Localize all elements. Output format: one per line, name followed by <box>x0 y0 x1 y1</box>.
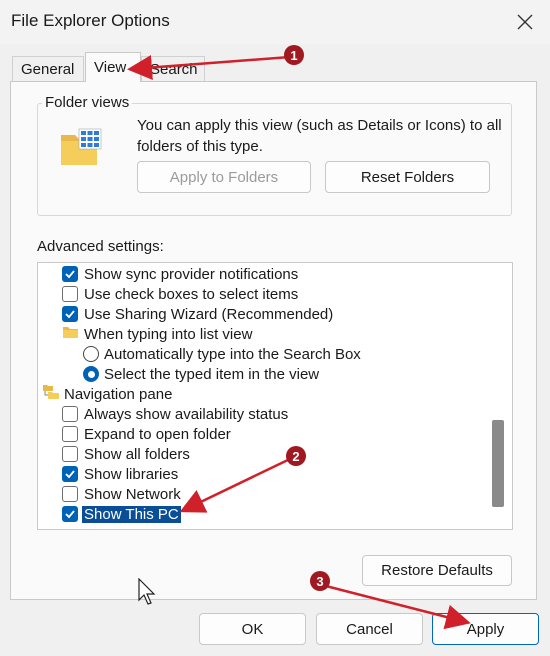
setting-use-check-boxes-to-select-items[interactable]: Use check boxes to select items <box>62 284 298 304</box>
setting-label: Use Sharing Wizard (Recommended) <box>84 305 334 323</box>
annotation-badge-3: 3 <box>310 571 330 591</box>
setting-expand-to-open-folder[interactable]: Expand to open folder <box>62 424 231 444</box>
setting-label: Show Network <box>84 485 181 503</box>
mouse-cursor-icon <box>138 578 156 605</box>
annotation-badge-2: 2 <box>286 446 306 466</box>
checkbox-unchecked[interactable] <box>62 486 78 502</box>
setting-show-network[interactable]: Show Network <box>62 484 181 504</box>
reset-folders-button[interactable]: Reset Folders <box>325 161 490 193</box>
setting-label: Automatically type into the Search Box <box>104 345 361 363</box>
setting-show-this-pc[interactable]: Show This PC <box>62 504 181 524</box>
checkbox-unchecked[interactable] <box>62 406 78 422</box>
setting-show-libraries[interactable]: Show libraries <box>62 464 178 484</box>
navigation-pane-icon <box>42 384 60 404</box>
cancel-button[interactable]: Cancel <box>316 613 423 645</box>
setting-label: Show This PC <box>82 505 181 523</box>
checkbox-checked[interactable] <box>62 306 78 322</box>
radio-unselected[interactable] <box>83 346 99 362</box>
radio-selected[interactable] <box>83 366 99 382</box>
advanced-settings-label: Advanced settings: <box>37 238 164 255</box>
tab-strip: General View Search <box>0 52 550 82</box>
setting-select-the-typed-item-in-the-view[interactable]: Select the typed item in the view <box>83 364 319 384</box>
tab-view[interactable]: View <box>85 52 141 82</box>
setting-navigation-pane: Navigation pane <box>42 384 172 404</box>
setting-label: Navigation pane <box>64 385 173 403</box>
tab-general[interactable]: General <box>12 56 84 81</box>
setting-when-typing-into-list-view: When typing into list view <box>62 324 252 344</box>
close-icon <box>517 14 533 30</box>
restore-defaults-button[interactable]: Restore Defaults <box>362 555 512 586</box>
folder-views-description: You can apply this view (such as Details… <box>137 117 502 155</box>
setting-show-sync-provider-notifications[interactable]: Show sync provider notifications <box>62 264 298 284</box>
checkbox-unchecked[interactable] <box>62 286 78 302</box>
apply-to-folders-button[interactable]: Apply to Folders <box>137 161 311 193</box>
checkbox-checked[interactable] <box>62 266 78 282</box>
setting-label: Expand to open folder <box>84 425 231 443</box>
advanced-settings-list[interactable]: Show sync provider notifications Use chec… <box>37 262 513 530</box>
list-scrollbar-thumb[interactable] <box>492 420 504 507</box>
window-title: File Explorer Options <box>11 11 170 30</box>
setting-label: Show libraries <box>84 465 179 483</box>
setting-label: Use check boxes to select items <box>84 285 299 303</box>
setting-use-sharing-wizard-recommended[interactable]: Use Sharing Wizard (Recommended) <box>62 304 333 324</box>
folder-views-icon <box>59 127 105 172</box>
ok-button[interactable]: OK <box>199 613 306 645</box>
apply-button[interactable]: Apply <box>432 613 539 645</box>
setting-label: When typing into list view <box>84 325 253 343</box>
setting-label: Show sync provider notifications <box>84 265 299 283</box>
close-button[interactable] <box>506 5 544 39</box>
setting-label: Always show availability status <box>84 405 289 423</box>
setting-show-all-folders[interactable]: Show all folders <box>62 444 190 464</box>
setting-always-show-availability-status[interactable]: Always show availability status <box>62 404 288 424</box>
setting-label: Select the typed item in the view <box>104 365 320 383</box>
folder-views-label: Folder views <box>42 94 133 111</box>
folder-icon <box>62 325 79 343</box>
tab-search[interactable]: Search <box>141 56 205 81</box>
title-bar: File Explorer Options <box>0 0 550 44</box>
checkbox-unchecked[interactable] <box>62 426 78 442</box>
setting-automatically-type-into-the-search-box[interactable]: Automatically type into the Search Box <box>83 344 361 364</box>
annotation-badge-1: 1 <box>284 45 304 65</box>
setting-label: Show all folders <box>84 445 190 463</box>
checkbox-unchecked[interactable] <box>62 446 78 462</box>
checkbox-checked[interactable] <box>62 466 78 482</box>
checkbox-checked[interactable] <box>62 506 78 522</box>
